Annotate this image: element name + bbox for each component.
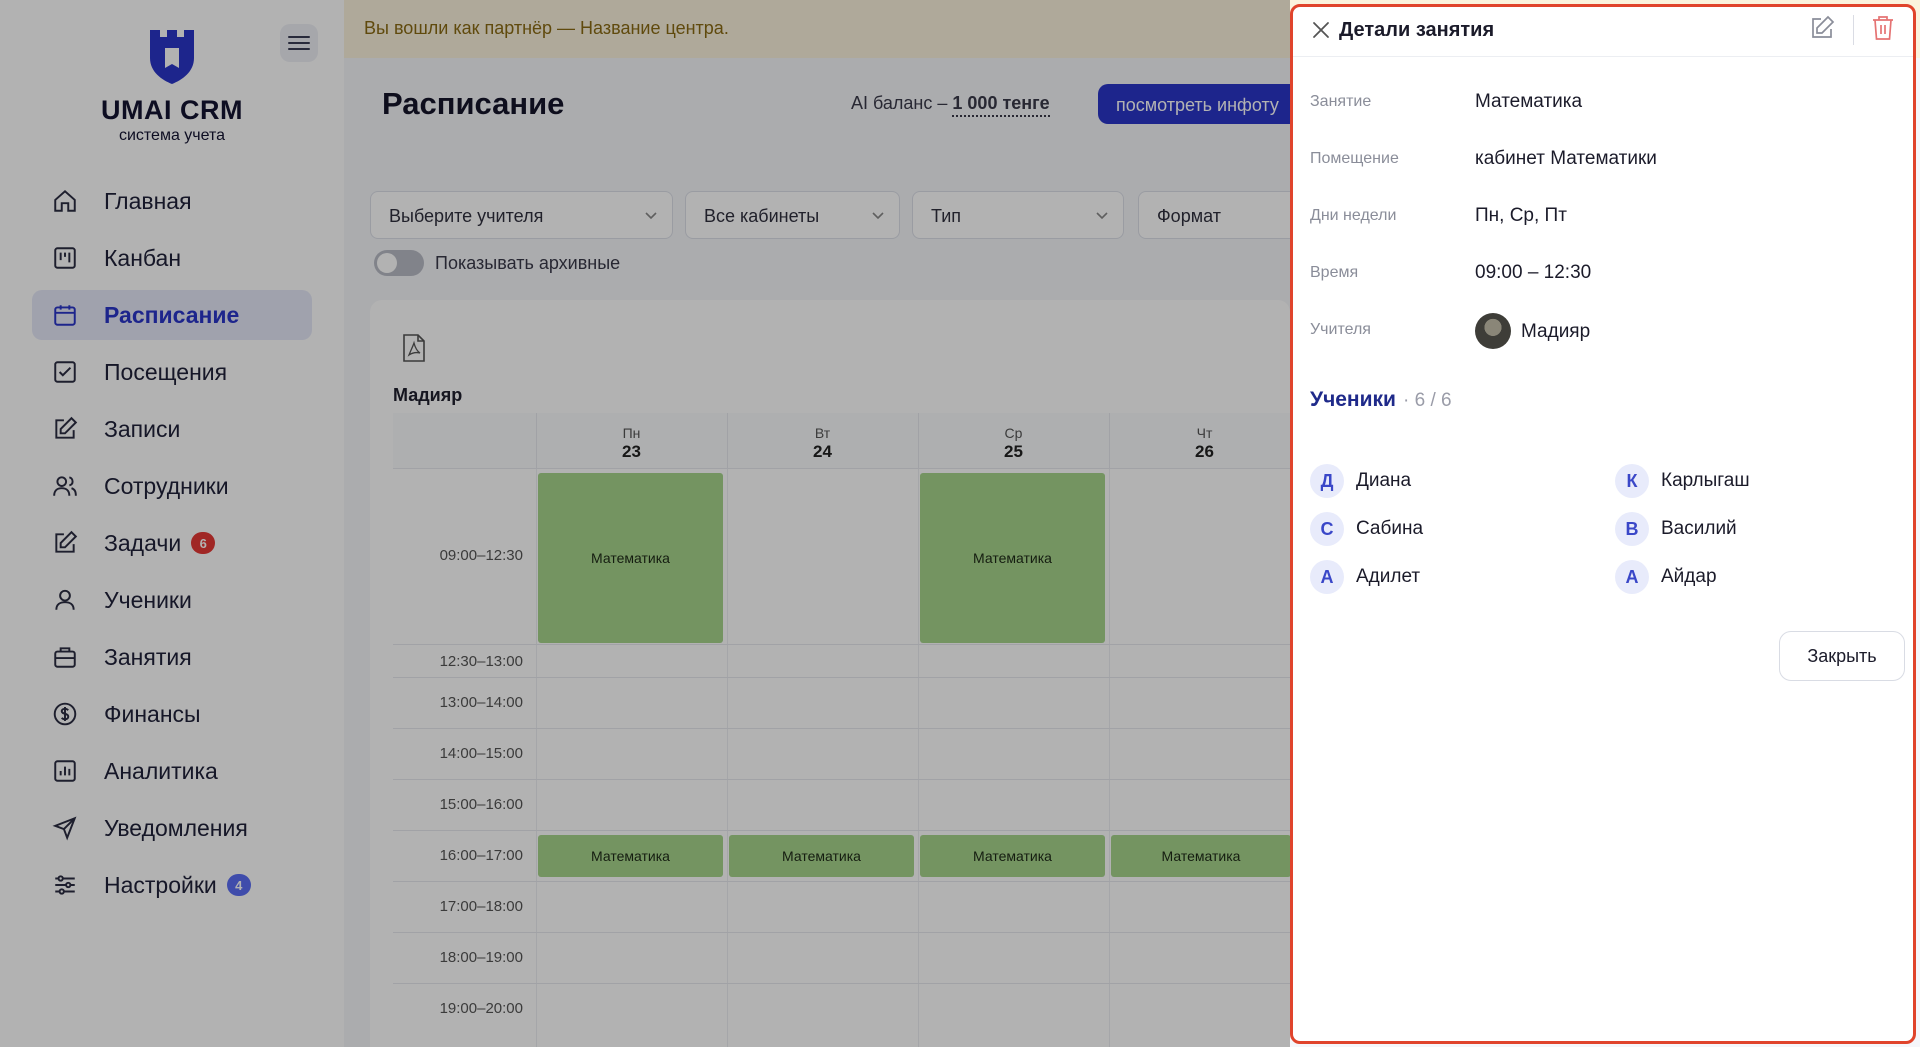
time-field-label: Время (1310, 264, 1359, 281)
student-initial: А (1615, 560, 1649, 594)
edit-icon[interactable] (1809, 15, 1835, 41)
teacher-field-value: Мадияр (1521, 321, 1591, 342)
student-item: Д Диана (1310, 463, 1411, 499)
header-divider (1853, 15, 1854, 45)
lesson-field-label: Занятие (1310, 93, 1372, 110)
avatar (1475, 313, 1511, 349)
panel-header: Детали занятия (1293, 7, 1913, 57)
student-item: С Сабина (1310, 511, 1423, 547)
close-button[interactable]: Закрыть (1779, 631, 1905, 681)
panel-title: Детали занятия (1339, 19, 1495, 41)
student-name: Диана (1356, 470, 1412, 491)
teachers-field-label: Учителя (1310, 321, 1371, 338)
student-item: А Айдар (1615, 559, 1717, 595)
room-field-label: Помещение (1310, 150, 1399, 167)
student-initial: Д (1310, 464, 1344, 498)
student-name: Адилет (1356, 566, 1421, 587)
modal-backdrop[interactable] (0, 0, 1290, 1047)
lesson-field-value: Математика (1475, 91, 1583, 112)
trash-icon[interactable] (1871, 15, 1895, 41)
student-initial: С (1310, 512, 1344, 546)
student-item: К Карлыгаш (1615, 463, 1750, 499)
close-icon[interactable] (1310, 19, 1332, 41)
student-item: А Адилет (1310, 559, 1420, 595)
student-initial: А (1310, 560, 1344, 594)
lesson-details-panel: Детали занятия Занятие Математика Помеще… (1290, 4, 1916, 1044)
student-item: В Василий (1615, 511, 1737, 547)
days-field-label: Дни недели (1310, 207, 1397, 224)
days-field-value: Пн, Ср, Пт (1475, 205, 1567, 226)
student-initial: В (1615, 512, 1649, 546)
student-name: Айдар (1661, 566, 1717, 587)
student-initial: К (1615, 464, 1649, 498)
student-name: Сабина (1356, 518, 1424, 539)
students-count: · 6 / 6 (1403, 390, 1452, 411)
students-heading: Ученики (1310, 388, 1396, 411)
student-name: Василий (1661, 518, 1737, 539)
student-name: Карлыгаш (1661, 470, 1750, 491)
time-field-value: 09:00 – 12:30 (1475, 262, 1592, 283)
room-field-value: кабинет Математики (1475, 148, 1657, 169)
